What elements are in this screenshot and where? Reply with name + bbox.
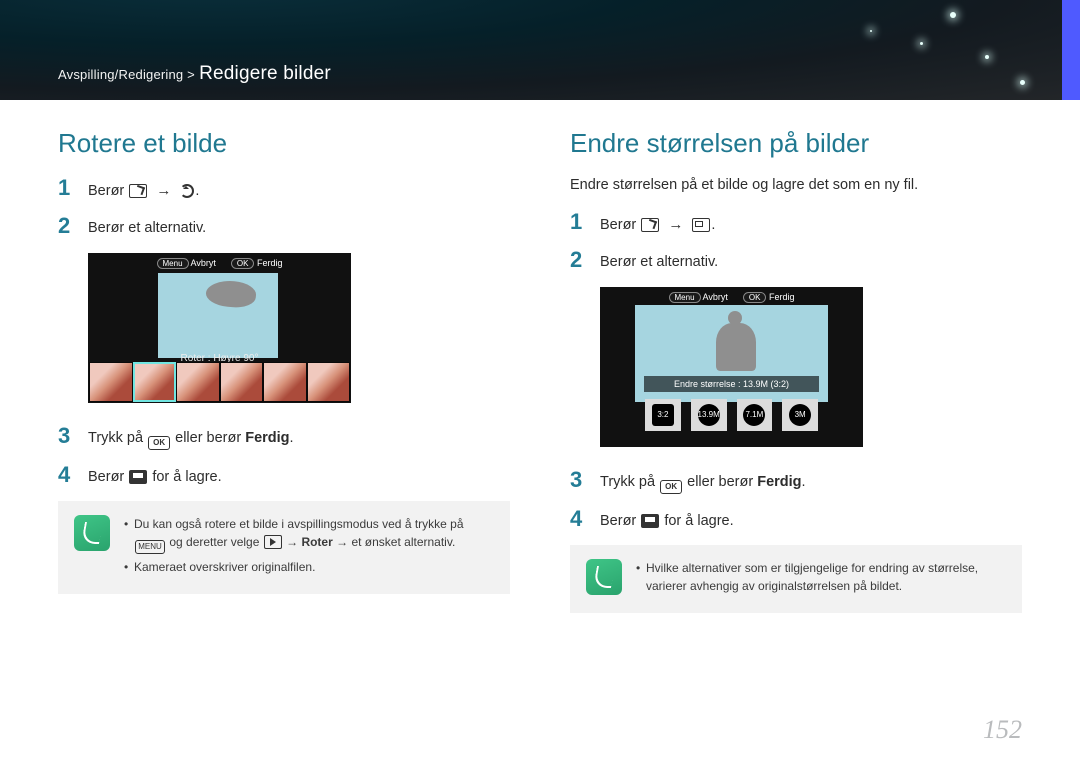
shot-preview (158, 273, 278, 358)
ok-button-icon: OK (148, 436, 170, 450)
step-text: Berør et alternativ. (88, 215, 206, 238)
side-tab (1062, 0, 1080, 100)
thumb (308, 363, 350, 401)
column-rotate: Rotere et bilde 1 Berør → . 2 Berør et a… (58, 124, 510, 613)
section-title-resize: Endre størrelsen på bilder (570, 128, 1022, 159)
step-number: 3 (570, 469, 588, 494)
note-list: Hvilke alternativer som er tilgjengelige… (636, 559, 1006, 599)
silhouette (205, 279, 257, 309)
step-text: Berør et alternativ. (600, 249, 718, 272)
save-icon (641, 514, 659, 528)
rotate-icon (180, 184, 194, 198)
step-number: 1 (58, 177, 76, 201)
page-body: Rotere et bilde 1 Berør → . 2 Berør et a… (0, 100, 1080, 613)
step-text: Berør → . (600, 211, 715, 235)
page-number: 152 (983, 715, 1022, 745)
step-number: 4 (570, 508, 588, 531)
step-number: 3 (58, 425, 76, 450)
menu-pill: Menu (157, 258, 189, 269)
filmstrip (89, 362, 350, 402)
step-2: 2 Berør et alternativ. (570, 249, 1022, 272)
size-option: 3M (782, 399, 818, 431)
ok-pill: OK (743, 292, 767, 303)
note-icon (586, 559, 622, 595)
menu-button-icon: MENU (135, 540, 165, 554)
note-item: Hvilke alternativer som er tilgjengelige… (636, 559, 1006, 595)
screenshot-rotate: Menu Avbryt OK Ferdig Roter : Høyre 90° (88, 253, 351, 403)
size-option: 7.1M (737, 399, 773, 431)
shot-topbar: Menu Avbryt OK Ferdig (600, 292, 863, 303)
step-text: Berør → . (88, 177, 199, 201)
thumb-selected (134, 363, 176, 401)
section-title-rotate: Rotere et bilde (58, 128, 510, 159)
silhouette (716, 323, 756, 371)
step-1: 1 Berør → . (58, 177, 510, 201)
step-number: 2 (570, 249, 588, 272)
note-icon (74, 515, 110, 551)
step-4: 4 Berør for å lagre. (570, 508, 1022, 531)
screenshot-resize: Menu Avbryt OK Ferdig Endre størrelse : … (600, 287, 863, 447)
edit-icon (641, 218, 659, 232)
playback-icon (264, 535, 282, 549)
step-number: 4 (58, 464, 76, 487)
step-4: 4 Berør for å lagre. (58, 464, 510, 487)
step-3: 3 Trykk på OK eller berør Ferdig. (58, 425, 510, 450)
step-number: 1 (570, 211, 588, 235)
step-3: 3 Trykk på OK eller berør Ferdig. (570, 469, 1022, 494)
info-callout-left: Du kan også rotere et bilde i avspilling… (58, 501, 510, 594)
intro-text: Endre størrelsen på et bilde og lagre de… (570, 177, 1022, 193)
menu-pill: Menu (669, 292, 701, 303)
thumb (264, 363, 306, 401)
step-number: 2 (58, 215, 76, 238)
breadcrumb-section: Avspilling/Redigering > (58, 67, 195, 82)
note-list: Du kan også rotere et bilde i avspilling… (124, 515, 494, 580)
resize-icon (692, 218, 710, 232)
step-text: Berør for å lagre. (88, 464, 222, 487)
page-header: Avspilling/Redigering > Redigere bilder (0, 0, 1080, 100)
breadcrumb: Avspilling/Redigering > Redigere bilder (58, 63, 331, 85)
note-item: Kameraet overskriver originalfilen. (124, 558, 494, 576)
ok-pill: OK (231, 258, 255, 269)
shot-topbar: Menu Avbryt OK Ferdig (88, 258, 351, 269)
edit-icon (129, 184, 147, 198)
arrow-icon: → (156, 180, 171, 201)
step-text: Trykk på OK eller berør Ferdig. (600, 469, 806, 494)
save-icon (129, 470, 147, 484)
step-text: Berør for å lagre. (600, 508, 734, 531)
thumb (90, 363, 132, 401)
step-2: 2 Berør et alternativ. (58, 215, 510, 238)
info-callout-right: Hvilke alternativer som er tilgjengelige… (570, 545, 1022, 613)
arrow-icon: → (668, 214, 683, 235)
thumb (221, 363, 263, 401)
header-decoration (690, 0, 1050, 100)
size-options: 3:2 13.9M 7.1M 3M (645, 399, 818, 437)
shot-label: Endre størrelse : 13.9M (3:2) (644, 376, 819, 392)
thumb (177, 363, 219, 401)
step-text: Trykk på OK eller berør Ferdig. (88, 425, 294, 450)
column-resize: Endre størrelsen på bilder Endre størrel… (570, 124, 1022, 613)
step-1: 1 Berør → . (570, 211, 1022, 235)
breadcrumb-page: Redigere bilder (199, 63, 331, 84)
ok-button-icon: OK (660, 480, 682, 494)
size-option: 3:2 (645, 399, 681, 431)
note-item: Du kan også rotere et bilde i avspilling… (124, 515, 494, 554)
size-option: 13.9M (691, 399, 727, 431)
